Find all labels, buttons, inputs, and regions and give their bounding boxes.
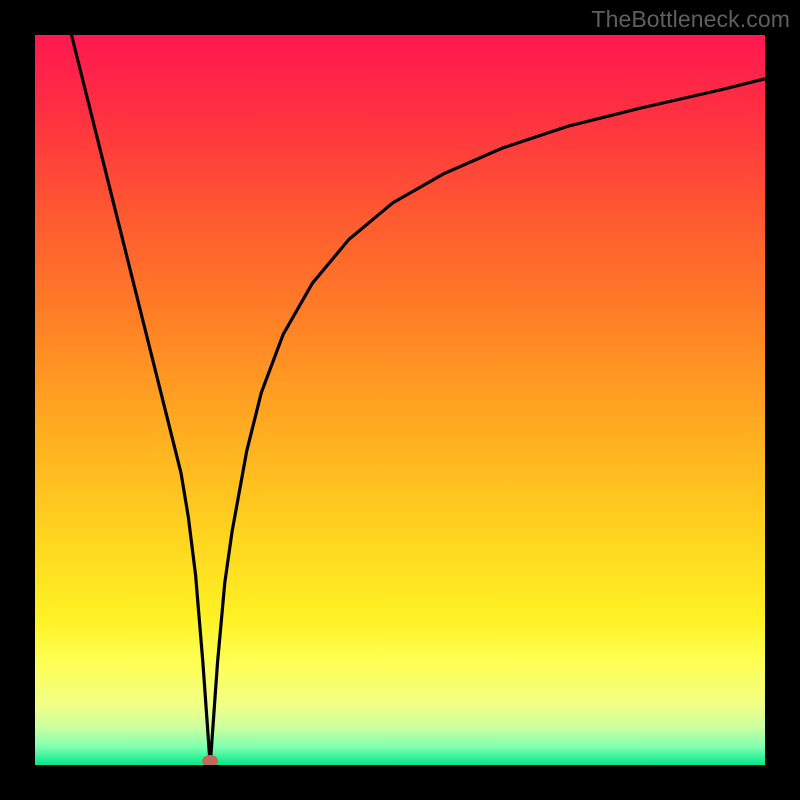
curve-layer: [35, 35, 765, 765]
marker-dot: [202, 755, 218, 765]
attribution-text: TheBottleneck.com: [591, 6, 790, 33]
bottleneck-curve: [72, 35, 766, 765]
chart-container: TheBottleneck.com: [0, 0, 800, 800]
plot-area: [35, 35, 765, 765]
